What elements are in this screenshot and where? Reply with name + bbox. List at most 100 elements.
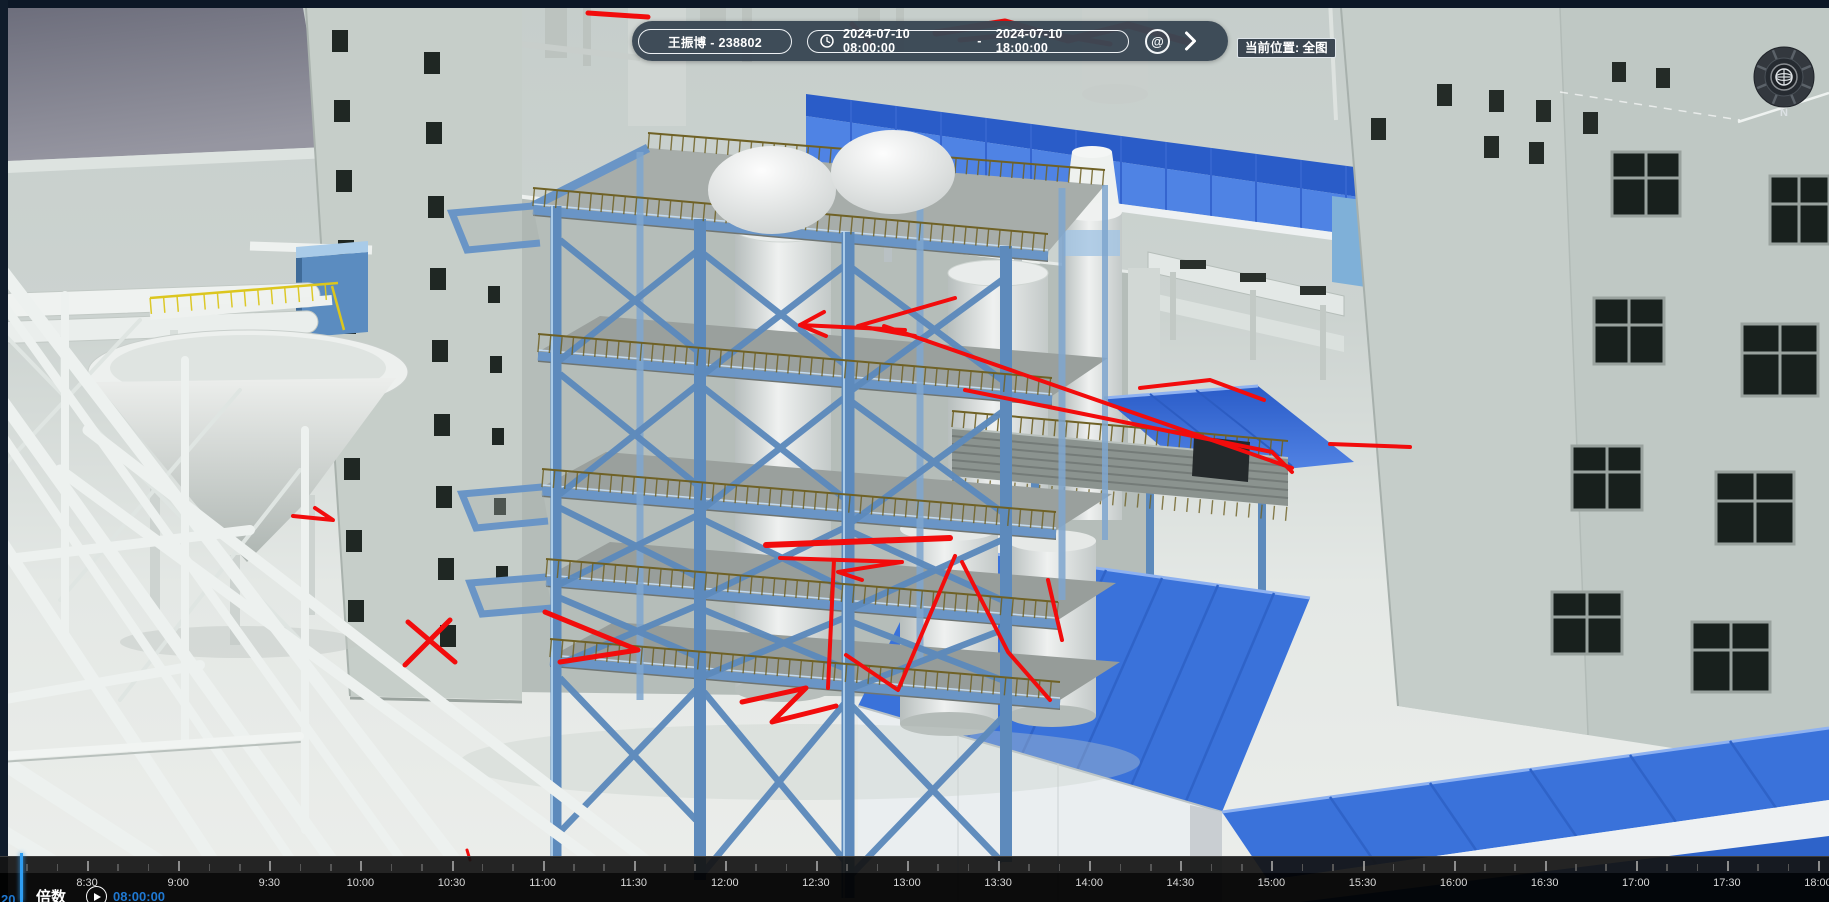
clock-icon <box>820 34 834 48</box>
timeline-tick <box>634 861 636 871</box>
time-separator: - <box>977 34 981 48</box>
person-tag-pill[interactable]: 王振博 - 238802 <box>638 29 792 54</box>
timeline-tick <box>543 861 545 871</box>
timeline-tick <box>1484 864 1486 871</box>
playback-current-time: 08:00:00 <box>113 889 165 902</box>
timeline-tick <box>421 864 423 871</box>
timeline-tick-label: 11:30 <box>620 877 647 889</box>
timeline-tick <box>391 864 393 871</box>
timeline-tick <box>269 861 271 871</box>
timeline-labels: 8:309:009:3010:0010:3011:0011:3012:0012:… <box>0 873 1829 902</box>
timeline-tick <box>1423 864 1425 871</box>
timeline-tick <box>1575 864 1577 871</box>
timeline-tick <box>1545 861 1547 871</box>
timeline-tick <box>1271 861 1273 871</box>
timeline-tick <box>937 864 939 871</box>
timeline-tick <box>573 864 575 871</box>
timeline-tick <box>1757 864 1759 871</box>
timeline-tick <box>603 864 605 871</box>
timeline-tick <box>1636 861 1638 871</box>
timeline-tick <box>1454 861 1456 871</box>
chevron-right-icon[interactable] <box>1184 30 1197 52</box>
play-icon <box>94 893 101 901</box>
timeline-tick <box>239 864 241 871</box>
timeline-tick-label: 15:30 <box>1349 877 1377 889</box>
timeline-tick <box>725 861 727 871</box>
time-range-pill[interactable]: 2024-07-10 08:00:00 - 2024-07-10 18:00:0… <box>807 30 1129 53</box>
timeline-tick <box>1363 861 1365 871</box>
timeline-tick <box>1666 864 1668 871</box>
timeline-ticks[interactable] <box>0 856 1829 873</box>
current-location-badge: 当前位置: 全图 <box>1237 38 1336 58</box>
speed-multiplier-label[interactable]: 倍数 <box>36 886 66 902</box>
timeline-tick <box>1697 864 1699 871</box>
timeline-tick <box>148 864 150 871</box>
viewport-left-edge <box>0 0 8 902</box>
distant-violet-wall <box>8 8 330 173</box>
timeline-tick-label: 13:00 <box>893 877 921 889</box>
timeline-tick <box>330 864 332 871</box>
timeline-tick-label: 10:30 <box>438 877 466 889</box>
timeline-tick <box>1332 864 1334 871</box>
tracking-toolbar: 王振博 - 238802 2024-07-10 08:00:00 - 2024-… <box>632 21 1228 61</box>
timeline-bar[interactable]: 8:309:009:3010:0010:3011:0011:3012:0012:… <box>0 856 1829 902</box>
timeline-tick <box>755 864 757 871</box>
locate-at-icon[interactable]: @ <box>1145 29 1170 54</box>
timeline-tick <box>1028 864 1030 871</box>
compass-widget[interactable]: N <box>1751 42 1817 120</box>
timeline-tick <box>1059 864 1061 871</box>
compass-north-label: N <box>1780 107 1788 119</box>
scene-3d-viewport[interactable] <box>0 0 1829 902</box>
timeline-tick <box>117 864 119 871</box>
timeline-tick <box>786 864 788 871</box>
timeline-tick <box>57 864 59 871</box>
timeline-tick-label: 9:00 <box>167 877 188 889</box>
speed-value-fragment[interactable]: 20 <box>1 892 15 902</box>
timeline-tick <box>968 864 970 871</box>
timeline-tick <box>816 861 818 871</box>
timeline-tick <box>694 864 696 871</box>
timeline-tick <box>1818 861 1820 871</box>
viewport-top-edge <box>0 0 1829 8</box>
timeline-tick <box>209 864 211 871</box>
timeline-tick-label: 14:00 <box>1075 877 1103 889</box>
timeline-tick-label: 16:00 <box>1440 877 1468 889</box>
timeline-tick <box>452 861 454 871</box>
timeline-tick <box>1241 864 1243 871</box>
timeline-tick <box>1302 864 1304 871</box>
app-window: 王振博 - 238802 2024-07-10 08:00:00 - 2024-… <box>0 0 1829 902</box>
timeline-tick-label: 12:30 <box>802 877 830 889</box>
timeline-tick-label: 18:00 <box>1804 877 1829 889</box>
current-location-label: 当前位置: 全图 <box>1245 41 1328 55</box>
timeline-tick <box>1788 864 1790 871</box>
timeline-tick <box>1120 864 1122 871</box>
timeline-tick <box>300 864 302 871</box>
timeline-tick <box>1180 861 1182 871</box>
timeline-tick <box>1211 864 1213 871</box>
time-end[interactable]: 2024-07-10 18:00:00 <box>996 27 1116 55</box>
timeline-tick <box>1150 864 1152 871</box>
timeline-tick <box>1514 864 1516 871</box>
person-tag-label: 王振博 - 238802 <box>668 32 762 51</box>
time-start[interactable]: 2024-07-10 08:00:00 <box>843 27 963 55</box>
timeline-playhead[interactable] <box>20 853 23 902</box>
timeline-tick <box>846 864 848 871</box>
timeline-tick <box>360 861 362 871</box>
timeline-tick <box>998 861 1000 871</box>
orbit-globe-icon[interactable] <box>1776 69 1792 85</box>
timeline-tick-label: 14:30 <box>1167 877 1195 889</box>
timeline-tick <box>26 864 28 871</box>
timeline-tick-label: 9:30 <box>259 877 280 889</box>
building-right <box>1341 8 1829 772</box>
timeline-tick <box>1605 864 1607 871</box>
timeline-tick-label: 11:00 <box>529 877 556 889</box>
timeline-tick <box>664 864 666 871</box>
timeline-tick <box>512 864 514 871</box>
timeline-tick <box>877 864 879 871</box>
timeline-tick-label: 17:30 <box>1713 877 1741 889</box>
timeline-tick <box>1727 861 1729 871</box>
timeline-tick-label: 16:30 <box>1531 877 1559 889</box>
play-button[interactable] <box>86 886 107 902</box>
timeline-tick-label: 12:00 <box>711 877 739 889</box>
timeline-tick <box>87 861 89 871</box>
